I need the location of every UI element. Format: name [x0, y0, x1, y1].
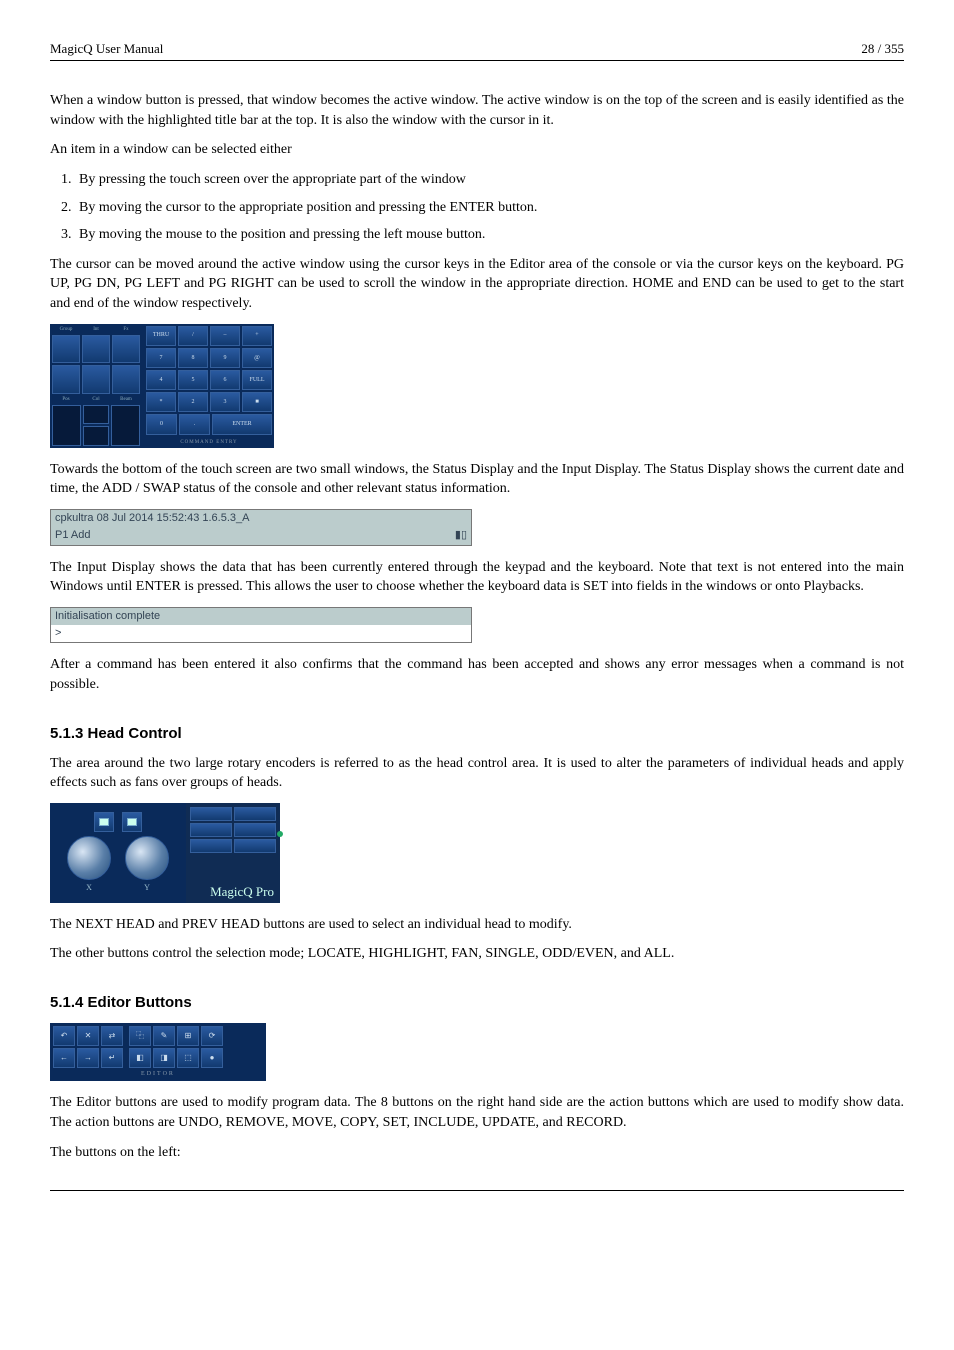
editor-button: ←	[53, 1048, 75, 1068]
paragraph: The area around the two large rotary enc…	[50, 754, 904, 793]
kp-key: *	[146, 392, 176, 412]
head-mode-button	[190, 823, 232, 837]
kp-footer-label: COMMAND ENTRY	[146, 439, 272, 446]
led-indicator	[277, 831, 283, 837]
head-mode-button	[190, 807, 232, 821]
section-heading-513: 5.1.3 Head Control	[50, 723, 904, 744]
paragraph: After a command has been entered it also…	[50, 655, 904, 694]
list-item: By pressing the touch screen over the ap…	[75, 170, 904, 190]
encoder-y	[125, 836, 169, 880]
head-next-button	[122, 812, 142, 832]
list-item: By moving the cursor to the appropriate …	[75, 198, 904, 218]
kp-key: THRU	[146, 326, 176, 346]
kp-key: 3	[210, 392, 240, 412]
kp-key: 7	[146, 348, 176, 368]
paragraph: The buttons on the left:	[50, 1143, 904, 1163]
status-line1: cpkultra 08 Jul 2014 15:52:43 1.6.5.3_A	[55, 511, 249, 526]
kp-key: FULL	[242, 370, 272, 390]
editor-button: ↵	[101, 1048, 123, 1068]
editor-button: ✎	[153, 1026, 175, 1046]
head-control-figure: X Y MagicQ Pro	[50, 803, 280, 903]
keypad-figure: Group Int Fx Pos Col Beam	[50, 324, 274, 448]
kp-cursor-up	[83, 405, 110, 424]
kp-key: .	[179, 414, 210, 434]
kp-cursor-left	[52, 405, 81, 445]
kp-key: 5	[178, 370, 208, 390]
editor-button: ●	[201, 1048, 223, 1068]
kp-header: Int	[82, 326, 110, 333]
kp-enter: ENTER	[212, 414, 272, 434]
editor-button: ⟳	[201, 1026, 223, 1046]
editor-buttons-figure: ↶ ✕ ⇄ ⿻ ✎ ⊞ ⟳ ← → ↵ ◧ ◨ ⬚ ● EDITOR	[50, 1023, 266, 1081]
list-item: By moving the mouse to the position and …	[75, 225, 904, 245]
editor-button: ⊞	[177, 1026, 199, 1046]
head-mode-button	[234, 823, 276, 837]
kp-key: +	[242, 326, 272, 346]
input-display-figure: Initialisation complete >	[50, 607, 472, 644]
header-page: 28 / 355	[861, 40, 904, 58]
kp-softkey	[52, 365, 80, 394]
head-mode-button	[234, 839, 276, 853]
kp-header: Beam	[112, 396, 140, 403]
paragraph: The cursor can be moved around the activ…	[50, 255, 904, 314]
kp-softkey	[52, 335, 80, 364]
kp-cursor-right	[111, 405, 140, 445]
kp-header: Pos	[52, 396, 80, 403]
paragraph: The other buttons control the selection …	[50, 944, 904, 964]
editor-button: ◧	[129, 1048, 151, 1068]
kp-key: 9	[210, 348, 240, 368]
paragraph: Towards the bottom of the touch screen a…	[50, 460, 904, 499]
status-display-figure: cpkultra 08 Jul 2014 15:52:43 1.6.5.3_A …	[50, 509, 472, 546]
page-header: MagicQ User Manual 28 / 355	[50, 40, 904, 61]
kp-key: 8	[178, 348, 208, 368]
selection-methods-list: By pressing the touch screen over the ap…	[75, 170, 904, 245]
input-line2: >	[55, 626, 61, 641]
editor-button: ⿻	[129, 1026, 151, 1046]
editor-button: ✕	[77, 1026, 99, 1046]
brand-label: MagicQ Pro	[190, 883, 276, 901]
head-mode-button	[190, 839, 232, 853]
editor-button: ⇄	[101, 1026, 123, 1046]
status-line2: P1 Add	[55, 528, 90, 543]
kp-key: –	[210, 326, 240, 346]
paragraph: The NEXT HEAD and PREV HEAD buttons are …	[50, 915, 904, 935]
kp-header: Group	[52, 326, 80, 333]
paragraph: The Input Display shows the data that ha…	[50, 558, 904, 597]
kp-softkey	[112, 365, 140, 394]
encoder-x	[67, 836, 111, 880]
kp-key: 0	[146, 414, 177, 434]
status-icons: ▮▯	[455, 528, 467, 543]
editor-button: ↶	[53, 1026, 75, 1046]
section-heading-514: 5.1.4 Editor Buttons	[50, 992, 904, 1013]
kp-key: 6	[210, 370, 240, 390]
editor-footer-label: EDITOR	[53, 1070, 263, 1078]
header-title: MagicQ User Manual	[50, 40, 163, 58]
kp-key: /	[178, 326, 208, 346]
footer-rule	[50, 1190, 904, 1191]
kp-key: 2	[178, 392, 208, 412]
editor-button: ⬚	[177, 1048, 199, 1068]
kp-softkey	[112, 335, 140, 364]
editor-button: →	[77, 1048, 99, 1068]
paragraph: The Editor buttons are used to modify pr…	[50, 1093, 904, 1132]
kp-cursor-down	[83, 426, 110, 445]
paragraph: An item in a window can be selected eith…	[50, 140, 904, 160]
kp-softkey	[82, 365, 110, 394]
kp-softkey	[82, 335, 110, 364]
editor-button: ◨	[153, 1048, 175, 1068]
head-mode-button	[234, 807, 276, 821]
kp-key: ■	[242, 392, 272, 412]
head-prev-button	[94, 812, 114, 832]
kp-key: 4	[146, 370, 176, 390]
kp-header: Fx	[112, 326, 140, 333]
input-line1: Initialisation complete	[55, 609, 160, 624]
encoder-label: Y	[144, 882, 150, 893]
encoder-label: X	[86, 882, 92, 893]
paragraph: When a window button is pressed, that wi…	[50, 91, 904, 130]
kp-key: @	[242, 348, 272, 368]
kp-header: Col	[82, 396, 110, 403]
